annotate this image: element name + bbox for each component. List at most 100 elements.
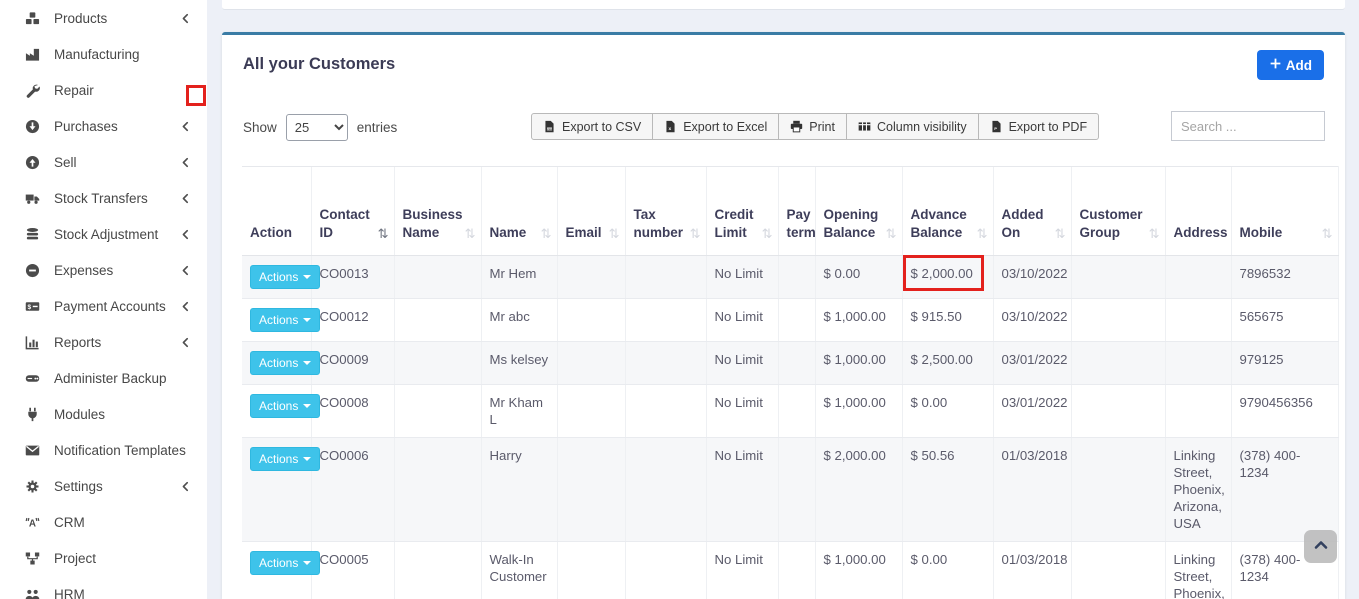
actions-button[interactable]: Actions	[250, 351, 320, 375]
actions-button-label: Actions	[259, 556, 298, 570]
sidebar-item-stock-adjustment[interactable]: Stock Adjustment	[0, 216, 207, 252]
chart-bar-icon	[24, 334, 41, 350]
sidebar-item-sell[interactable]: Sell	[0, 144, 207, 180]
sidebar-item-repair[interactable]: Repair	[0, 72, 207, 108]
column-header-label: Pay term	[787, 207, 816, 240]
caret-down-icon	[303, 275, 311, 279]
button-label: Print	[809, 120, 835, 134]
svg-text:x: x	[669, 127, 672, 132]
cell-name: Mr Kham L	[481, 385, 557, 438]
export-to-pdf-button[interactable]: PExport to PDF	[978, 113, 1100, 140]
search-input[interactable]	[1171, 111, 1325, 141]
cell-opening-balance: $ 1,000.00	[815, 385, 902, 438]
table-row: ActionsCO0006HarryNo Limit$ 2,000.00$ 50…	[242, 438, 1338, 542]
cell-added-on: 03/10/2022	[993, 299, 1071, 342]
actions-button[interactable]: Actions	[250, 308, 320, 332]
cell-email	[557, 256, 625, 299]
sort-icon: ⇅	[609, 225, 620, 243]
cell-mobile: (378) 400-1234	[1231, 438, 1338, 542]
cell-contact-id: CO0005	[311, 542, 394, 599]
column-header-mobile[interactable]: Mobile⇅	[1231, 167, 1338, 256]
plug-icon	[24, 406, 41, 422]
column-header-business-name[interactable]: Business Name⇅	[394, 167, 481, 256]
sidebar-item-crm[interactable]: ACRM	[0, 504, 207, 540]
cell-tax-number	[625, 385, 706, 438]
column-header-name[interactable]: Name⇅	[481, 167, 557, 256]
actions-button[interactable]: Actions	[250, 447, 320, 471]
sidebar-item-label: Modules	[54, 407, 105, 422]
sidebar-item-hrm[interactable]: HRM	[0, 576, 207, 599]
sidebar-item-manufacturing[interactable]: Manufacturing	[0, 36, 207, 72]
table-body: ActionsCO0013Mr HemNo Limit$ 0.00$ 2,000…	[242, 256, 1338, 599]
column-header-email[interactable]: Email⇅	[557, 167, 625, 256]
cell-action: Actions	[242, 299, 311, 342]
button-label: Column visibility	[877, 120, 967, 134]
export-to-csv-button[interactable]: csvExport to CSV	[531, 113, 653, 140]
sidebar-item-administer-backup[interactable]: Administer Backup	[0, 360, 207, 396]
cell-name: Walk-In Customer	[481, 542, 557, 599]
cell-customer-group	[1071, 256, 1165, 299]
chevron-left-icon	[180, 229, 191, 240]
cell-contact-id: CO0008	[311, 385, 394, 438]
sort-icon: ⇅	[762, 225, 773, 243]
sidebar-item-label: CRM	[54, 515, 85, 530]
column-visibility-button[interactable]: Column visibility	[846, 113, 979, 140]
actions-button[interactable]: Actions	[250, 265, 320, 289]
cell-contact-id: CO0009	[311, 342, 394, 385]
server-icon	[24, 370, 41, 386]
cell-contact-id: CO0006	[311, 438, 394, 542]
entries-select[interactable]: 25	[286, 114, 348, 141]
top-navbar-edge	[222, 0, 1345, 10]
sort-icon: ⇅	[541, 225, 552, 243]
column-header-credit-limit[interactable]: Credit Limit⇅	[706, 167, 778, 256]
arrow-up-circle-icon	[24, 154, 41, 170]
minus-circle-icon	[24, 262, 41, 278]
printer-icon	[790, 120, 803, 133]
button-label: Export to CSV	[562, 120, 641, 134]
sidebar-item-stock-transfers[interactable]: Stock Transfers	[0, 180, 207, 216]
column-header-opening-balance[interactable]: Opening Balance⇅	[815, 167, 902, 256]
column-header-customer-group[interactable]: Customer Group⇅	[1071, 167, 1165, 256]
cell-credit-limit: No Limit	[706, 385, 778, 438]
cell-advance-balance: $ 915.50	[902, 299, 993, 342]
chevron-left-icon	[180, 193, 191, 204]
column-header-contact-id[interactable]: Contact ID⇅	[311, 167, 394, 256]
actions-button[interactable]: Actions	[250, 394, 320, 418]
cell-address	[1165, 299, 1231, 342]
actions-button[interactable]: Actions	[250, 551, 320, 575]
show-label: Show	[243, 120, 277, 135]
sidebar-item-label: Sell	[54, 155, 77, 170]
table-toolbar: Show 25 entries csvExport to CSVxExport …	[243, 111, 1324, 141]
scroll-to-top-button[interactable]	[1304, 530, 1337, 563]
file-excel-icon: x	[664, 120, 677, 133]
sidebar-item-purchases[interactable]: Purchases	[0, 108, 207, 144]
cell-name: Ms kelsey	[481, 342, 557, 385]
cell-added-on: 01/03/2018	[993, 542, 1071, 599]
sidebar-item-settings[interactable]: Settings	[0, 468, 207, 504]
svg-text:$: $	[27, 303, 31, 310]
column-header-tax-number[interactable]: Tax number⇅	[625, 167, 706, 256]
cell-pay-term	[778, 342, 815, 385]
column-header-advance-balance[interactable]: Advance Balance⇅	[902, 167, 993, 256]
sidebar-item-reports[interactable]: Reports	[0, 324, 207, 360]
sidebar-item-project[interactable]: Project	[0, 540, 207, 576]
column-header-address: Address	[1165, 167, 1231, 256]
export-to-excel-button[interactable]: xExport to Excel	[652, 113, 779, 140]
column-header-added-on[interactable]: Added On⇅	[993, 167, 1071, 256]
sidebar-item-modules[interactable]: Modules	[0, 396, 207, 432]
cell-action: Actions	[242, 342, 311, 385]
sidebar-item-label: Settings	[54, 479, 103, 494]
cell-address: Linking Street, Phoenix, Arizona, USA	[1165, 438, 1231, 542]
sidebar-item-expenses[interactable]: Expenses	[0, 252, 207, 288]
add-customer-button[interactable]: Add	[1257, 50, 1324, 80]
sidebar-menu: Products ManufacturingRepairPurchases Sell…	[0, 0, 207, 599]
print-button[interactable]: Print	[778, 113, 847, 140]
sidebar-item-products[interactable]: Products	[0, 0, 207, 36]
sidebar-item-notification-templates[interactable]: Notification Templates	[0, 432, 207, 468]
sidebar-item-label: Products	[54, 11, 107, 26]
cell-customer-group	[1071, 299, 1165, 342]
sidebar-item-payment-accounts[interactable]: $Payment Accounts	[0, 288, 207, 324]
cell-action: Actions	[242, 256, 311, 299]
sidebar-item-label: HRM	[54, 587, 85, 599]
cell-credit-limit: No Limit	[706, 299, 778, 342]
